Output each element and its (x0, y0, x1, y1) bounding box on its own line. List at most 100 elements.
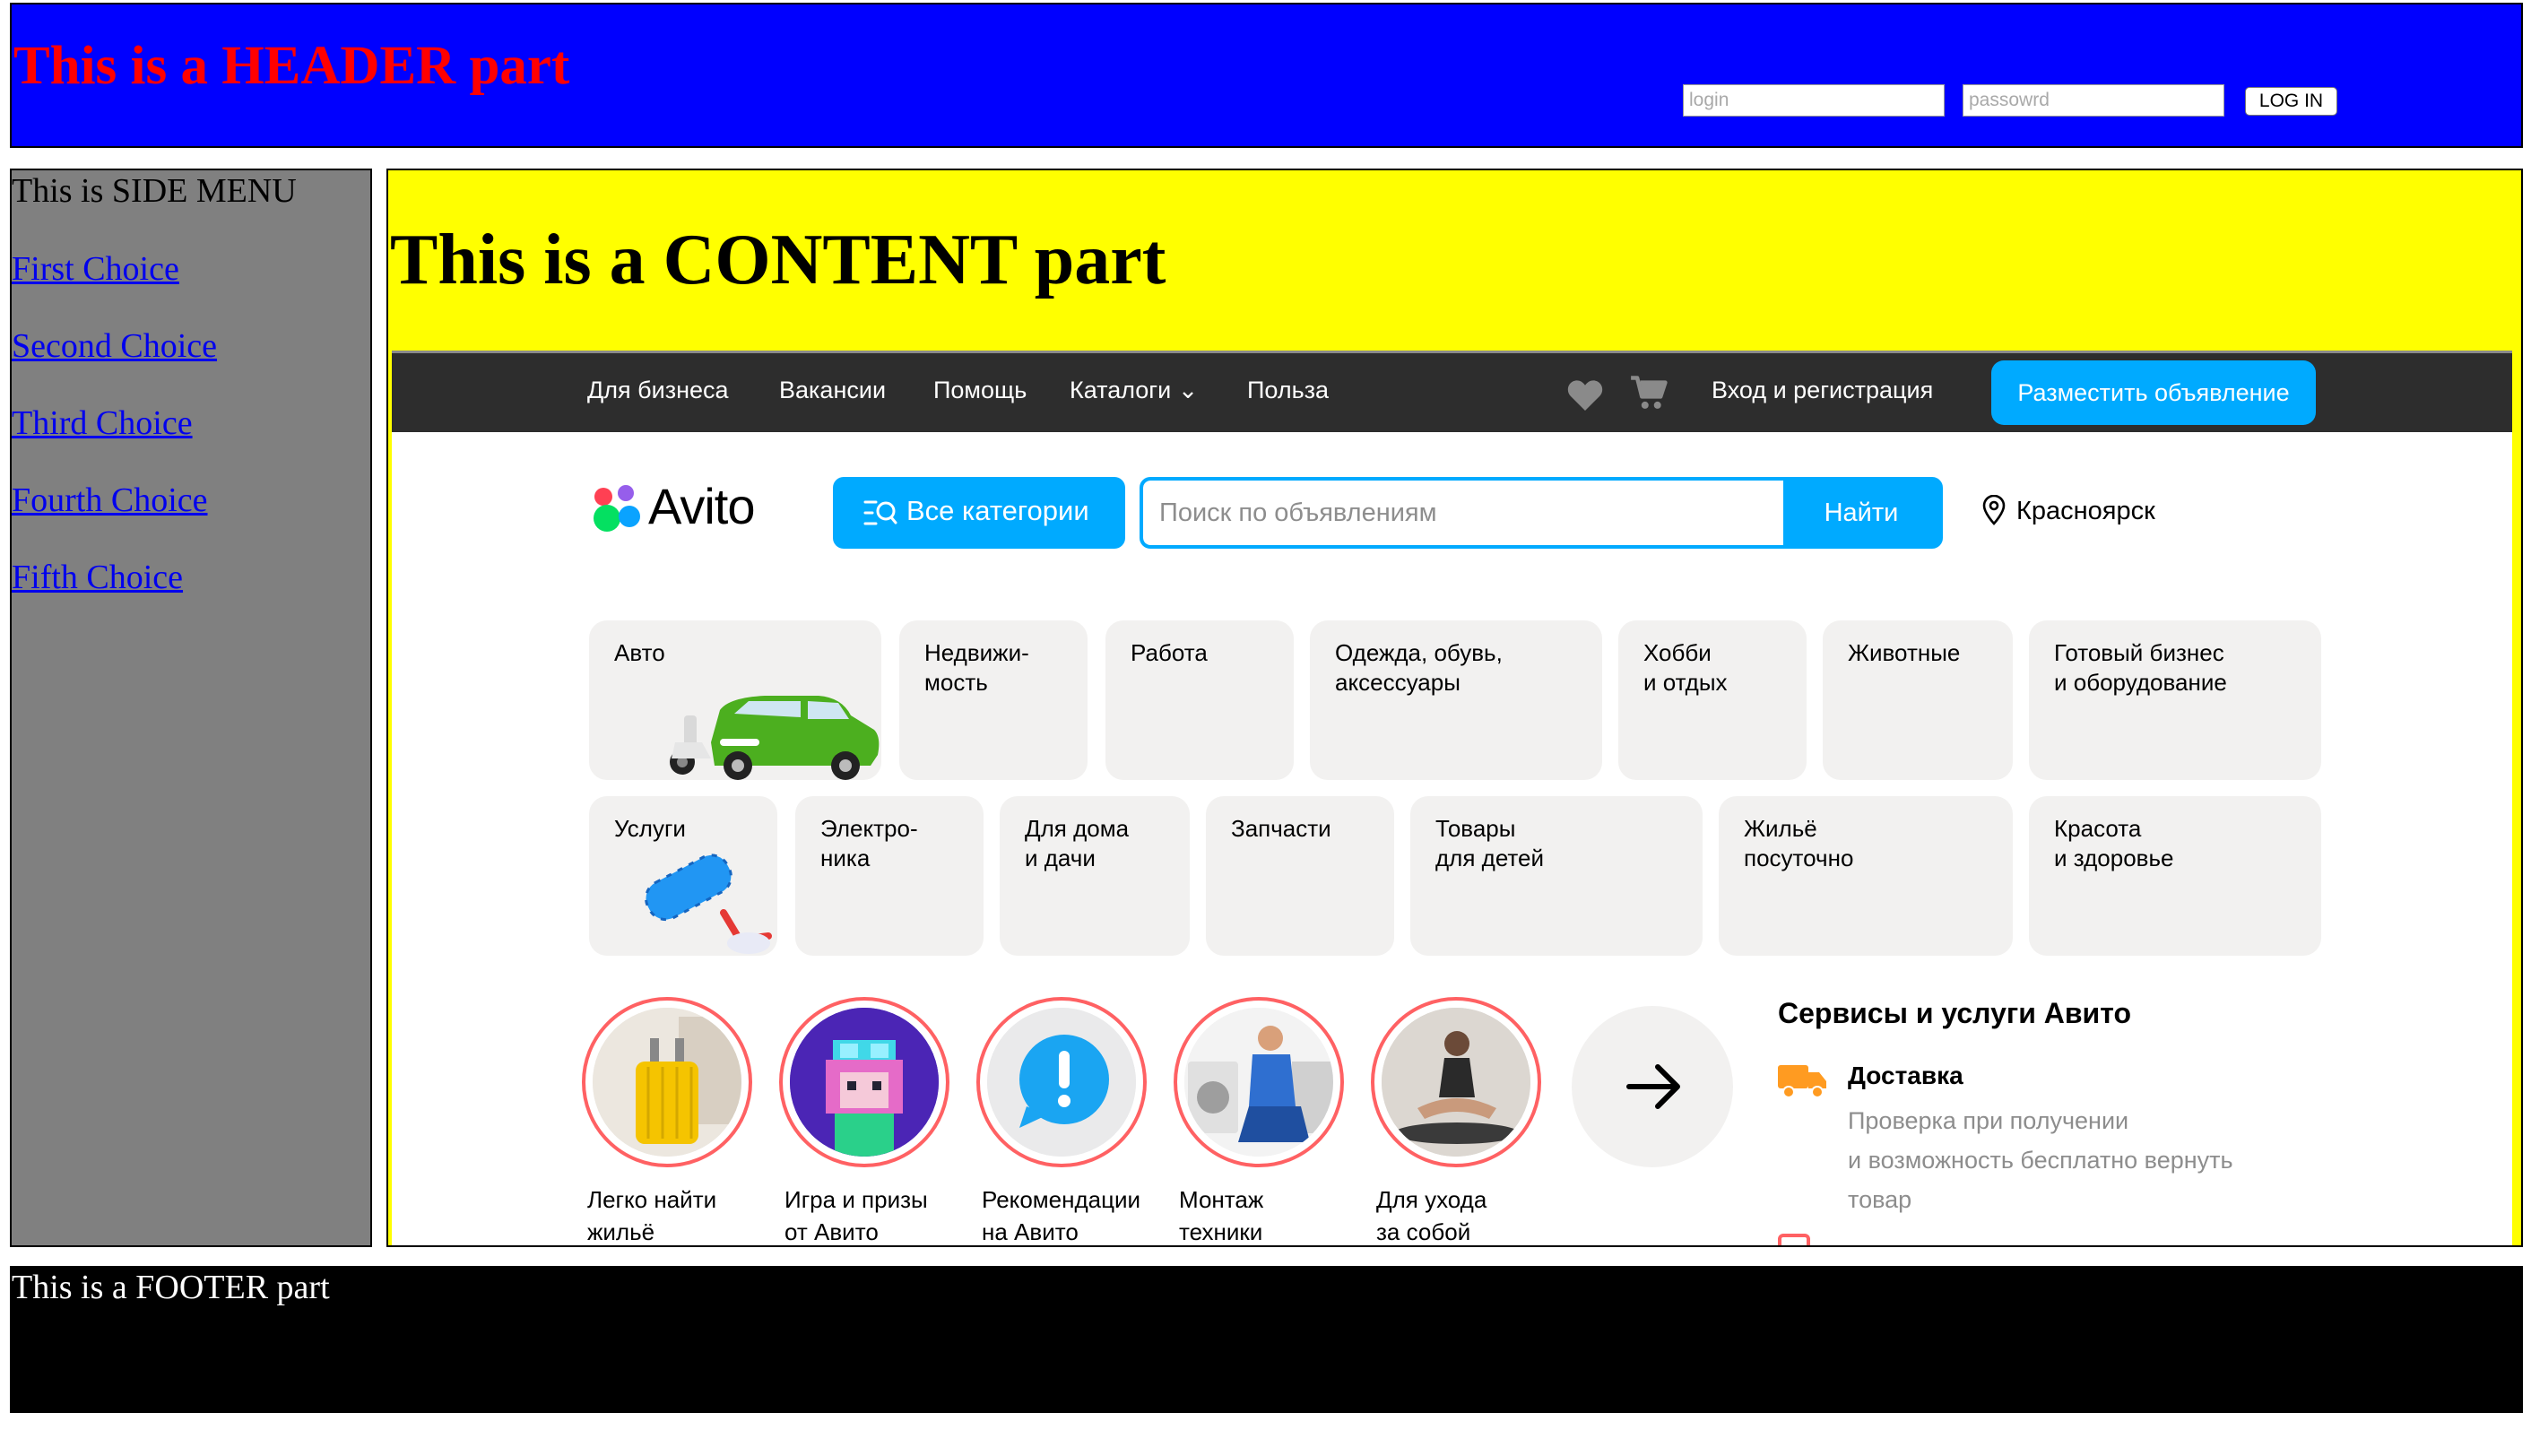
story-thumbnail (987, 1008, 1136, 1157)
page-footer: This is a FOOTER part (10, 1266, 2523, 1413)
search-input[interactable] (1143, 481, 1783, 545)
arrow-right-icon (1626, 1064, 1680, 1109)
header-title: This is a HEADER part (13, 36, 570, 96)
story-housing[interactable]: Легко найти жильё (582, 997, 761, 1245)
category-label: Готовый бизнес и оборудование (2054, 639, 2227, 696)
login-input[interactable] (1683, 84, 1945, 117)
location-pin-icon (1982, 495, 2006, 525)
category-electronics[interactable]: Электро- ника (795, 796, 984, 956)
avito-logo[interactable]: Avito (589, 479, 804, 534)
category-label: Услуги (614, 815, 686, 842)
topbar-link-benefit[interactable]: Польза (1247, 377, 1329, 404)
story-installation[interactable]: Монтаж техники (1174, 997, 1353, 1245)
side-link-fifth[interactable]: Fifth Choice (12, 559, 183, 597)
story-selfcare[interactable]: Для ухода за собой (1371, 997, 1550, 1245)
content-title: This is a CONTENT part (390, 221, 1166, 299)
category-jobs[interactable]: Работа (1105, 620, 1294, 780)
story-ring (779, 997, 949, 1167)
catalogs-label: Каталоги (1070, 377, 1172, 403)
exclamation-bubble-icon (987, 1008, 1136, 1157)
category-label: Авто (614, 639, 665, 666)
category-label: Хобби и отдых (1643, 639, 1728, 696)
yoga-person-icon (1382, 1008, 1530, 1157)
avito-embedded-page: Для бизнеса Вакансии Помощь Каталоги ⌄ П… (392, 351, 2512, 1245)
heart-icon[interactable] (1566, 378, 1604, 411)
services-title: Сервисы и услуги Авито (1778, 997, 2132, 1029)
page-header: This is a HEADER part LOG IN (10, 3, 2523, 148)
story-thumbnail (790, 1008, 939, 1157)
content-area: This is a CONTENT part Для бизнеса Вакан… (386, 169, 2523, 1247)
password-input[interactable] (1963, 84, 2224, 117)
story-game[interactable]: Игра и призы от Авито (779, 997, 958, 1245)
topbar-link-catalogs[interactable]: Каталоги ⌄ (1070, 377, 1198, 404)
category-label: Для дома и дачи (1025, 815, 1130, 871)
suitcase-icon (593, 1008, 741, 1157)
category-kids[interactable]: Товары для детей (1410, 796, 1703, 956)
category-realty[interactable]: Недвижи- мость (899, 620, 1088, 780)
story-label: Рекомендации на Авито (982, 1186, 1141, 1245)
category-label: Красота и здоровье (2054, 815, 2174, 871)
side-link-fourth[interactable]: Fourth Choice (12, 481, 207, 520)
post-ad-button[interactable]: Разместить объявление (1991, 360, 2316, 425)
story-ring (976, 997, 1147, 1167)
service-icon (1778, 1234, 1810, 1245)
all-categories-label: Все категории (906, 495, 1089, 526)
location-label: Красноярск (2016, 497, 2155, 525)
side-link-second[interactable]: Second Choice (12, 327, 217, 366)
category-label: Недвижи- мость (924, 639, 1029, 696)
categories-search-icon (863, 500, 897, 525)
topbar-link-business[interactable]: Для бизнеса (587, 377, 729, 404)
car-scooter-icon (670, 696, 880, 780)
story-recommendations[interactable]: Рекомендации на Авито (976, 997, 1156, 1245)
paint-roller-icon (645, 854, 772, 954)
technician-icon (1184, 1008, 1333, 1157)
story-ring (1371, 997, 1541, 1167)
side-link-third[interactable]: Third Choice (12, 404, 193, 443)
chevron-down-icon: ⌄ (1177, 377, 1199, 403)
delivery-title[interactable]: Доставка (1848, 1062, 1963, 1090)
side-link-first[interactable]: First Choice (12, 250, 179, 289)
category-home[interactable]: Для дома и дачи (1000, 796, 1190, 956)
cart-icon[interactable] (1631, 375, 1669, 411)
all-categories-button[interactable]: Все категории (833, 477, 1125, 549)
topbar-login-link[interactable]: Вход и регистрация (1712, 377, 1933, 404)
topbar-link-vacancies[interactable]: Вакансии (779, 377, 886, 404)
category-parts[interactable]: Запчасти (1206, 796, 1394, 956)
delivery-truck-icon (1778, 1065, 1826, 1098)
category-auto[interactable]: Авто (589, 620, 881, 780)
category-label: Товары для детей (1435, 815, 1545, 871)
story-thumbnail (1184, 1008, 1333, 1157)
story-label: Игра и призы от Авито (784, 1186, 928, 1245)
category-label: Животные (1848, 639, 1961, 666)
footer-text: This is a FOOTER part (12, 1269, 330, 1306)
story-thumbnail (1382, 1008, 1530, 1157)
category-label: Электро- ника (820, 815, 918, 871)
side-menu-title: This is SIDE MENU (12, 172, 297, 210)
story-ring (1174, 997, 1344, 1167)
stories-next-button[interactable] (1572, 1006, 1733, 1167)
category-label: Запчасти (1231, 815, 1331, 842)
story-label: Для ухода за собой (1376, 1186, 1487, 1245)
category-clothes[interactable]: Одежда, обувь, аксессуары (1310, 620, 1602, 780)
category-hobby[interactable]: Хобби и отдых (1618, 620, 1807, 780)
category-label: Работа (1131, 639, 1208, 666)
avito-logo-text: Avito (648, 478, 755, 534)
login-button[interactable]: LOG IN (2245, 87, 2337, 116)
avito-logo-dots-icon (594, 485, 640, 532)
delivery-description: Проверка при получении и возможность бес… (1848, 1107, 2233, 1213)
category-label: Жильё посуточно (1744, 815, 1854, 871)
category-daily-rent[interactable]: Жильё посуточно (1719, 796, 2013, 956)
topbar-link-help[interactable]: Помощь (933, 377, 1027, 404)
category-beauty[interactable]: Красота и здоровье (2029, 796, 2321, 956)
story-label: Легко найти жильё (587, 1186, 717, 1245)
search-box: Найти (1140, 477, 1943, 549)
category-label: Одежда, обувь, аксессуары (1335, 639, 1503, 696)
category-animals[interactable]: Животные (1823, 620, 2013, 780)
side-menu: This is SIDE MENU First Choice Second Ch… (10, 169, 372, 1247)
find-button[interactable]: Найти (1783, 481, 1939, 545)
game-character-icon (790, 1008, 939, 1157)
story-thumbnail (593, 1008, 741, 1157)
category-business[interactable]: Готовый бизнес и оборудование (2029, 620, 2321, 780)
story-ring (582, 997, 752, 1167)
category-services[interactable]: Услуги (589, 796, 777, 956)
